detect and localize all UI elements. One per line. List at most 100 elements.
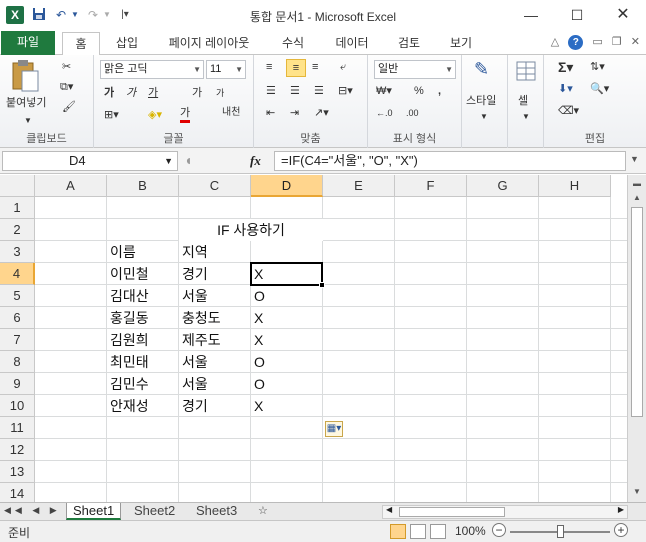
column-header-d[interactable]: D: [251, 175, 323, 197]
sheet-tab-1[interactable]: Sheet1: [66, 503, 122, 520]
vertical-scrollbar[interactable]: ▬ ▲ ▼: [627, 175, 646, 502]
font-size-select[interactable]: 11 ▼: [206, 60, 246, 79]
find-select-icon[interactable]: 🔍▾: [590, 81, 609, 97]
tab-file[interactable]: 파일: [1, 31, 55, 55]
row-header-6[interactable]: 6: [0, 307, 35, 329]
number-format-select[interactable]: 일반 ▼: [374, 60, 456, 79]
copy-icon[interactable]: ⧉▾: [60, 79, 73, 95]
normal-view-icon[interactable]: [390, 524, 406, 539]
scroll-up-icon[interactable]: ▲: [630, 191, 644, 205]
region-cell[interactable]: 서울: [179, 373, 208, 395]
horizontal-scrollbar[interactable]: ◀ ▶: [382, 505, 628, 519]
cells-icon[interactable]: [516, 61, 536, 86]
row-header-3[interactable]: 3: [0, 241, 35, 263]
workbook-restore-icon[interactable]: ❐: [612, 35, 622, 48]
cut-icon[interactable]: ✂: [62, 59, 71, 75]
active-cell-d4[interactable]: [250, 262, 325, 288]
formula-input[interactable]: =IF(C4="서울", "O", "X"): [274, 151, 626, 171]
region-cell[interactable]: 서울: [179, 285, 208, 307]
help-icon[interactable]: ?: [568, 35, 584, 50]
insert-function-button[interactable]: fx: [250, 153, 261, 169]
column-header-a[interactable]: A: [35, 175, 107, 197]
zoom-in-button[interactable]: +: [614, 523, 628, 537]
horizontal-scroll-thumb[interactable]: [399, 507, 505, 517]
decrease-decimal-button[interactable]: .00: [406, 105, 419, 121]
workbook-minimize-icon[interactable]: ▭: [592, 35, 602, 48]
scroll-down-icon[interactable]: ▼: [630, 485, 644, 499]
page-layout-view-icon[interactable]: [410, 524, 426, 539]
vertical-scroll-thumb[interactable]: [631, 207, 643, 417]
close-icon[interactable]: ✕: [600, 0, 646, 30]
row-header-11[interactable]: 11: [0, 417, 35, 439]
row-header-4[interactable]: 4: [0, 263, 35, 285]
tab-formulas[interactable]: 수식: [272, 32, 314, 55]
bold-button[interactable]: 가: [104, 85, 114, 101]
percent-button[interactable]: %: [414, 83, 424, 99]
row-header-12[interactable]: 12: [0, 439, 35, 461]
tab-data[interactable]: 데이터: [326, 32, 378, 55]
name-cell[interactable]: 김대산: [107, 285, 149, 307]
tab-insert[interactable]: 삽입: [108, 32, 146, 55]
split-box-icon[interactable]: ▬: [630, 177, 644, 191]
paste-button[interactable]: 붙여넣기: [6, 95, 46, 111]
row-header-5[interactable]: 5: [0, 285, 35, 307]
result-cell[interactable]: O: [251, 285, 265, 307]
name-box[interactable]: D4 ▼: [2, 151, 178, 171]
fill-icon[interactable]: ⬇▾: [558, 81, 573, 97]
name-cell[interactable]: 김민수: [107, 373, 149, 395]
underline-button[interactable]: 가: [148, 85, 158, 101]
minimize-icon[interactable]: —: [508, 0, 554, 30]
zoom-level[interactable]: 100%: [455, 524, 486, 538]
border-icon[interactable]: ⊞▾: [104, 107, 119, 123]
zoom-out-button[interactable]: −: [492, 523, 506, 537]
fill-handle[interactable]: [319, 282, 325, 288]
workbook-close-icon[interactable]: ✕: [631, 35, 640, 48]
format-painter-icon[interactable]: 🖌: [62, 99, 76, 115]
paste-options-icon[interactable]: ▦▾: [325, 421, 343, 437]
result-cell[interactable]: X: [251, 307, 263, 329]
ruby-button[interactable]: 내천: [222, 105, 240, 121]
styles-dropdown-icon[interactable]: ▼: [480, 109, 488, 125]
column-header-c[interactable]: C: [179, 175, 251, 197]
clear-icon[interactable]: ⌫▾: [558, 103, 579, 119]
row-header-13[interactable]: 13: [0, 461, 35, 483]
column-header-h[interactable]: H: [539, 175, 611, 197]
increase-decimal-button[interactable]: ←.0: [376, 105, 393, 121]
result-cell[interactable]: O: [251, 373, 265, 395]
maximize-icon[interactable]: ☐: [554, 0, 600, 30]
italic-button[interactable]: 가: [126, 85, 136, 101]
font-name-select[interactable]: 맑은 고딕 ▼: [100, 60, 204, 79]
expand-formula-icon[interactable]: ▼: [630, 154, 639, 164]
increase-indent-icon[interactable]: ⇥: [290, 105, 299, 121]
paste-icon[interactable]: [10, 59, 40, 98]
row-header-7[interactable]: 7: [0, 329, 35, 351]
tab-home[interactable]: 홈: [62, 32, 100, 56]
styles-button[interactable]: 스타일: [466, 93, 496, 109]
result-cell[interactable]: X: [251, 329, 263, 351]
row-header-8[interactable]: 8: [0, 351, 35, 373]
zoom-slider-knob[interactable]: [557, 525, 564, 538]
tab-review[interactable]: 검토: [388, 32, 430, 55]
cells-dropdown-icon[interactable]: ▼: [522, 109, 530, 125]
page-break-view-icon[interactable]: [430, 524, 446, 539]
name-cell[interactable]: 홍길동: [107, 307, 149, 329]
grow-font-button[interactable]: 가: [192, 85, 202, 101]
name-cell[interactable]: 안재성: [107, 395, 149, 417]
region-cell[interactable]: 제주도: [179, 329, 221, 351]
scroll-right-icon[interactable]: ▶: [618, 505, 624, 514]
name-cell[interactable]: 김원희: [107, 329, 149, 351]
column-header-g[interactable]: G: [467, 175, 539, 197]
row-header-2[interactable]: 2: [0, 219, 35, 241]
align-center-icon[interactable]: ☰: [290, 83, 300, 99]
column-header-e[interactable]: E: [323, 175, 395, 197]
cancel-entry-icon[interactable]: ◖: [184, 152, 192, 168]
sheet-tab-2[interactable]: Sheet2: [128, 503, 181, 520]
align-right-icon[interactable]: ☰: [314, 83, 324, 99]
align-bottom-icon[interactable]: ≡: [312, 59, 318, 75]
column-header-b[interactable]: B: [107, 175, 179, 197]
title-cell[interactable]: IF 사용하기: [179, 219, 323, 241]
row-header-14[interactable]: 14: [0, 483, 35, 502]
region-cell[interactable]: 경기: [179, 395, 208, 417]
name-cell[interactable]: 이민철: [107, 263, 149, 285]
sheet-tab-3[interactable]: Sheet3: [190, 503, 243, 520]
